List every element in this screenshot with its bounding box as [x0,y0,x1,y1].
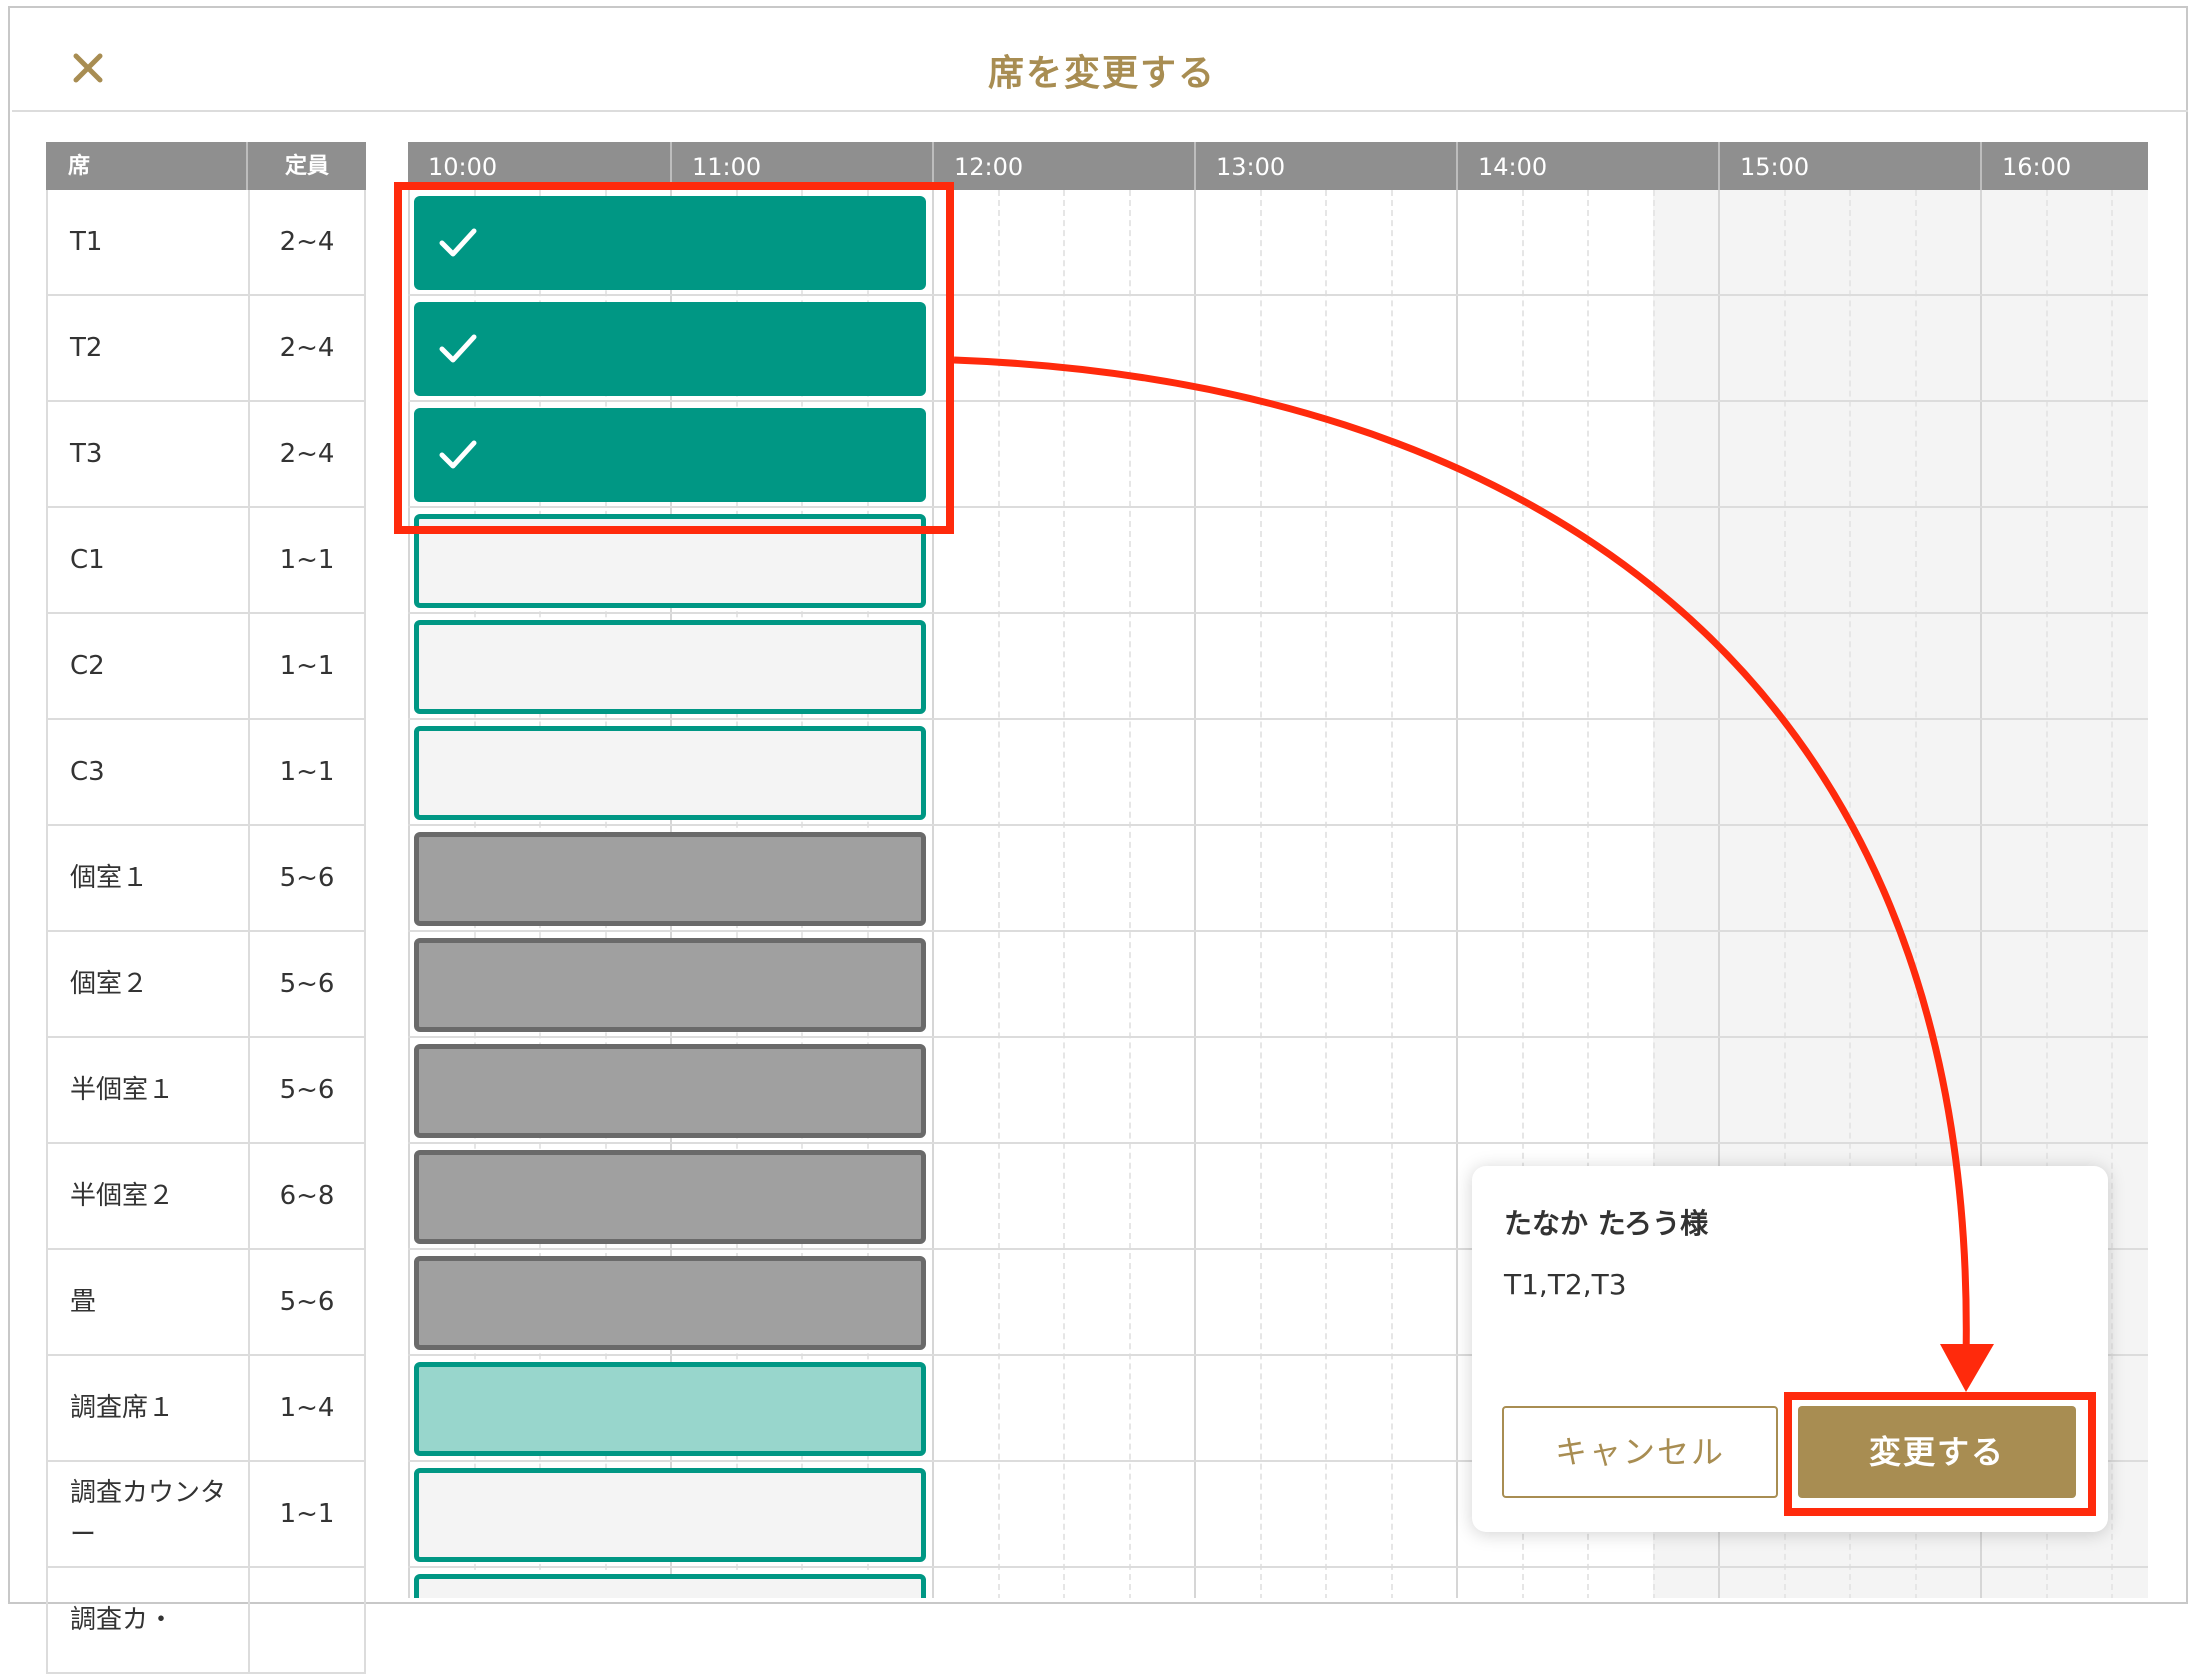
seat-capacity: 2~4 [279,439,335,469]
reservation-slot-occupied [414,938,926,1032]
seat-row[interactable]: 半個室２ 6~8 [46,1144,366,1250]
reservation-slot-occupied [414,832,926,926]
row-gridline [408,824,2148,826]
seat-capacity: 1~1 [279,757,335,787]
check-icon [439,334,477,363]
row-gridline [408,1566,2148,1568]
seat-table-header: 席 定員 [46,142,366,190]
seat-name: 調査席１ [48,1356,250,1460]
check-icon [439,440,477,469]
seat-capacity: 1~1 [279,1499,335,1529]
header-seat: 席 [46,142,248,190]
seat-row[interactable]: 調査カ・ [46,1568,366,1674]
seat-name: 調査カウンター [48,1462,250,1566]
seat-name: 個室２ [48,932,250,1036]
seat-row[interactable]: C2 1~1 [46,614,366,720]
page-title: 席を変更する [987,53,1216,94]
seat-capacity: 5~6 [279,969,335,999]
seat-row[interactable]: T3 2~4 [46,402,366,508]
timeline-hour-label: 13:00 [1194,142,1456,190]
seat-name: 個室１ [48,826,250,930]
reservation-slot-selected[interactable] [414,408,926,502]
seat-name: 半個室２ [48,1144,250,1248]
reservation-slot-free[interactable] [414,1468,926,1562]
reservation-slot-free[interactable] [414,620,926,714]
seat-row[interactable]: 調査カウンター 1~1 [46,1462,366,1568]
seat-capacity: 6~8 [279,1181,335,1211]
seat-capacity: 5~6 [279,863,335,893]
seat-name: T2 [48,296,250,400]
seat-row[interactable]: 調査席１ 1~4 [46,1356,366,1462]
seat-capacity: 5~6 [279,1287,335,1317]
confirm-change-button[interactable]: 変更する [1798,1406,2076,1498]
seat-capacity: 1~4 [279,1393,335,1423]
seat-capacity: 1~1 [279,651,335,681]
reservation-slot-light[interactable] [414,1362,926,1456]
seat-row[interactable]: C3 1~1 [46,720,366,826]
header-divider [12,110,2188,112]
seat-name: T1 [48,190,250,294]
seat-name: T3 [48,402,250,506]
row-gridline [408,400,2148,402]
seat-name: 調査カ・ [48,1568,250,1672]
selected-seats: T1,T2,T3 [1504,1268,1627,1301]
seat-name: C2 [48,614,250,718]
header-capacity: 定員 [284,154,329,179]
row-gridline [408,294,2148,296]
seat-row[interactable]: 半個室１ 5~6 [46,1038,366,1144]
row-gridline [408,718,2148,720]
timeline-hour-label: 16:00 [1980,142,2148,190]
modal-header: 席を変更する [10,8,2186,120]
change-confirm-popup: たなか たろう様 T1,T2,T3 キャンセル 変更する [1472,1166,2108,1532]
seat-capacity [250,1568,364,1672]
row-gridline [408,930,2148,932]
row-gridline [408,1142,2148,1144]
seat-row[interactable]: C1 1~1 [46,508,366,614]
timeline-hour-label: 12:00 [932,142,1194,190]
reservation-slot-free[interactable] [414,514,926,608]
timeline-hour-label: 15:00 [1718,142,1980,190]
timeline-hour-label: 14:00 [1456,142,1718,190]
timeline-header: 10:00 11:00 12:00 13:00 14:00 15:00 16:00 [408,142,2148,190]
seat-capacity: 2~4 [279,227,335,257]
seat-name: C3 [48,720,250,824]
seat-row[interactable]: 個室１ 5~6 [46,826,366,932]
check-icon [439,228,477,257]
row-gridline [408,612,2148,614]
customer-name: たなか たろう様 [1504,1207,1709,1240]
row-gridline [408,1036,2148,1038]
reservation-slot-free[interactable] [414,1574,926,1598]
seat-row[interactable]: T2 2~4 [46,296,366,402]
reservation-slot-selected[interactable] [414,196,926,290]
reservation-slot-selected[interactable] [414,302,926,396]
seat-row[interactable]: 畳 5~6 [46,1250,366,1356]
seat-name: 畳 [48,1250,250,1354]
seat-name: C1 [48,508,250,612]
seat-table: 席 定員 T1 2~4 T2 2~4 T3 2~4 C1 1~1 C2 1~1 C3 1~1 個室１ 5~… [46,142,366,1674]
reservation-slot-occupied [414,1150,926,1244]
seat-row[interactable]: T1 2~4 [46,190,366,296]
seat-capacity: 2~4 [279,333,335,363]
reservation-slot-occupied [414,1256,926,1350]
reservation-slot-occupied [414,1044,926,1138]
reservation-slot-free[interactable] [414,726,926,820]
seat-capacity: 5~6 [279,1075,335,1105]
timeline-hour-label: 11:00 [670,142,932,190]
row-gridline [408,506,2148,508]
seat-capacity: 1~1 [279,545,335,575]
timeline-hour-label: 10:00 [428,153,498,181]
cancel-button[interactable]: キャンセル [1502,1406,1778,1498]
seat-row[interactable]: 個室２ 5~6 [46,932,366,1038]
seat-name: 半個室１ [48,1038,250,1142]
